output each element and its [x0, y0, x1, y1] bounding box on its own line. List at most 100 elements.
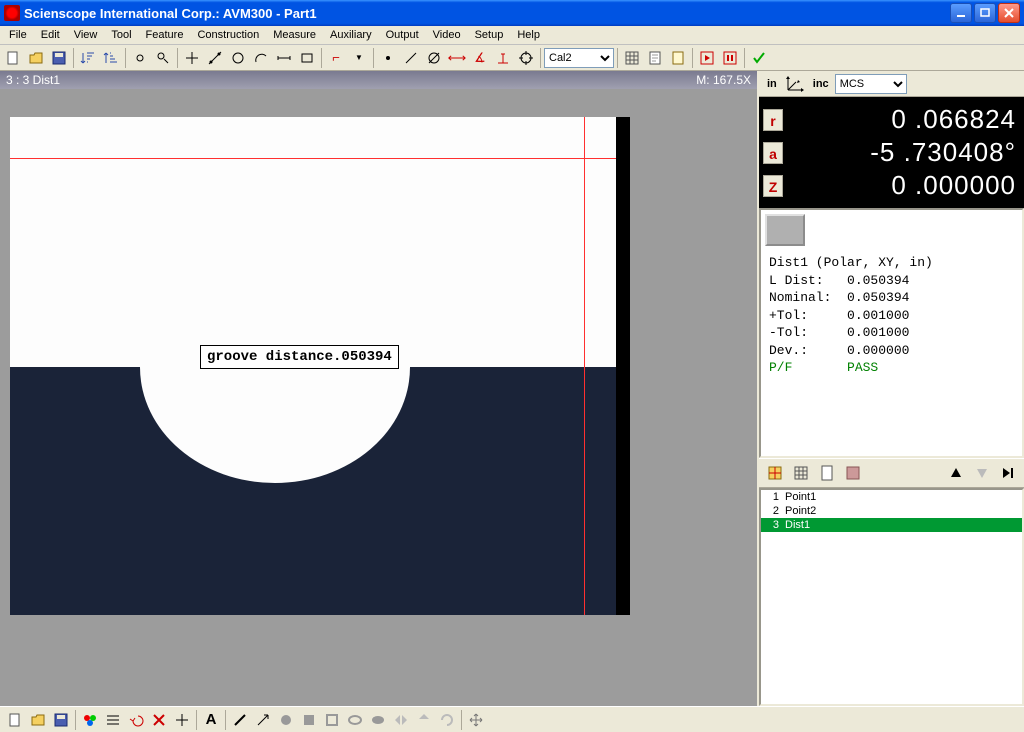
slash-icon[interactable]	[400, 47, 422, 69]
detail-dev-value: 0.000000	[847, 343, 909, 358]
sort-desc-icon[interactable]	[100, 47, 122, 69]
bt-point-icon[interactable]	[171, 709, 193, 731]
grid-icon[interactable]	[621, 47, 643, 69]
bt-text-icon[interactable]: A	[200, 709, 222, 731]
save-icon[interactable]	[48, 47, 70, 69]
arc-icon[interactable]	[250, 47, 272, 69]
dro-row-z: Z 0 .000000	[763, 169, 1016, 202]
bt-open-icon[interactable]	[27, 709, 49, 731]
bt-filled-circle-icon[interactable]	[275, 709, 297, 731]
coord-system-select[interactable]: MCS	[835, 74, 907, 94]
target-icon[interactable]	[515, 47, 537, 69]
app-icon	[4, 5, 20, 21]
main-toolbar: ⌐ ▼ ⟷ ∡ Cal2	[0, 45, 1024, 71]
dro-label-r[interactable]: r	[763, 109, 783, 131]
video-pane[interactable]: groove distance.050394	[0, 89, 757, 706]
feat-end-icon[interactable]	[996, 461, 1020, 485]
menu-help[interactable]: Help	[510, 27, 547, 43]
bt-delete-icon[interactable]	[148, 709, 170, 731]
width-icon[interactable]: ⟷	[446, 47, 468, 69]
angle-measure-icon[interactable]: ∡	[469, 47, 491, 69]
feature-list[interactable]: 1 Point1 2 Point2 3 Dist1	[759, 488, 1024, 706]
bt-refresh-icon[interactable]	[436, 709, 458, 731]
circle-small-icon[interactable]	[129, 47, 151, 69]
menu-edit[interactable]: Edit	[34, 27, 67, 43]
rectangle-icon[interactable]	[296, 47, 318, 69]
dot-icon[interactable]	[377, 47, 399, 69]
feature-row-1[interactable]: 1 Point1	[761, 490, 1022, 504]
feature-num: 3	[765, 519, 779, 531]
video-annotation[interactable]: groove distance.050394	[200, 345, 399, 369]
feature-row-2[interactable]: 2 Point2	[761, 504, 1022, 518]
point-icon[interactable]	[181, 47, 203, 69]
feat-down-icon[interactable]	[970, 461, 994, 485]
feat-up-icon[interactable]	[944, 461, 968, 485]
sort-asc-icon[interactable]	[77, 47, 99, 69]
axis-icon[interactable]	[783, 73, 807, 95]
distance-icon[interactable]	[273, 47, 295, 69]
feature-row-3[interactable]: 3 Dist1	[761, 518, 1022, 532]
bt-undo-icon[interactable]	[125, 709, 147, 731]
menu-video[interactable]: Video	[426, 27, 468, 43]
bt-filled-ellipse-icon[interactable]	[367, 709, 389, 731]
dro-label-a[interactable]: a	[763, 142, 783, 164]
play-icon[interactable]	[696, 47, 718, 69]
detail-pf-value: PASS	[847, 360, 878, 375]
maximize-button[interactable]	[974, 3, 996, 23]
unit-button[interactable]: in	[767, 78, 777, 90]
window-title: Scienscope International Corp.: AVM300 -…	[24, 6, 950, 21]
bt-save-icon[interactable]	[50, 709, 72, 731]
bt-square-outline-icon[interactable]	[321, 709, 343, 731]
bt-lines-icon[interactable]	[102, 709, 124, 731]
menu-tool[interactable]: Tool	[104, 27, 138, 43]
new-icon[interactable]	[2, 47, 24, 69]
document-icon[interactable]	[644, 47, 666, 69]
bt-colors-icon[interactable]	[79, 709, 101, 731]
detail-l-value: 0.050394	[847, 273, 909, 288]
dro-row-a: a -5 .730408°	[763, 136, 1016, 169]
detail-nom-value: 0.050394	[847, 290, 909, 305]
bt-arrow-icon[interactable]	[252, 709, 274, 731]
menu-file[interactable]: File	[2, 27, 34, 43]
menu-view[interactable]: View	[67, 27, 105, 43]
menu-feature[interactable]: Feature	[139, 27, 191, 43]
feat-view-icon[interactable]	[841, 461, 865, 485]
circle-probe-icon[interactable]	[152, 47, 174, 69]
bottom-toolbar: A	[0, 706, 1024, 732]
dro-panel: r 0 .066824 a -5 .730408° Z 0 .000000	[759, 97, 1024, 208]
bt-ellipse-icon[interactable]	[344, 709, 366, 731]
feat-grid-icon[interactable]	[789, 461, 813, 485]
bt-flip-h-icon[interactable]	[390, 709, 412, 731]
dro-label-z[interactable]: Z	[763, 175, 783, 197]
circle-icon[interactable]	[227, 47, 249, 69]
bt-new-icon[interactable]	[4, 709, 26, 731]
open-icon[interactable]	[25, 47, 47, 69]
line-icon[interactable]	[204, 47, 226, 69]
feat-doc-icon[interactable]	[815, 461, 839, 485]
report-icon[interactable]	[667, 47, 689, 69]
feature-num: 1	[765, 491, 779, 503]
angle-dropdown-icon[interactable]: ▼	[348, 47, 370, 69]
bt-filled-square-icon[interactable]	[298, 709, 320, 731]
pause-icon[interactable]	[719, 47, 741, 69]
feature-toolbar	[759, 458, 1024, 488]
calibration-select[interactable]: Cal2	[544, 48, 614, 68]
feature-name: Dist1	[785, 519, 810, 531]
mode-button[interactable]: inc	[813, 78, 829, 90]
bt-diag-icon[interactable]	[229, 709, 251, 731]
angle-icon[interactable]: ⌐	[325, 47, 347, 69]
menu-measure[interactable]: Measure	[266, 27, 323, 43]
minimize-button[interactable]	[950, 3, 972, 23]
feat-align-icon[interactable]	[763, 461, 787, 485]
bt-move-icon[interactable]	[465, 709, 487, 731]
bt-flip-v-icon[interactable]	[413, 709, 435, 731]
datum-icon[interactable]	[492, 47, 514, 69]
menu-auxiliary[interactable]: Auxiliary	[323, 27, 379, 43]
menu-construction[interactable]: Construction	[190, 27, 266, 43]
feature-name: Point2	[785, 505, 816, 517]
menu-setup[interactable]: Setup	[468, 27, 511, 43]
close-button[interactable]	[998, 3, 1020, 23]
check-icon[interactable]	[748, 47, 770, 69]
circle-diameter-icon[interactable]	[423, 47, 445, 69]
menu-output[interactable]: Output	[379, 27, 426, 43]
